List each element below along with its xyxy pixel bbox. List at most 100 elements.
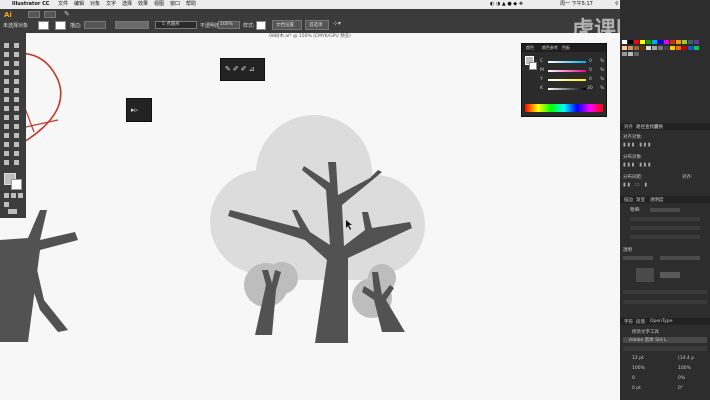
- font-size-value[interactable]: 12 pt: [632, 356, 644, 361]
- align-buttons[interactable]: ▮ ▮ ▮ ▮ ▮ ▮: [623, 143, 707, 148]
- menu-file[interactable]: 文件: [58, 0, 68, 9]
- tab-opentype[interactable]: OpenType: [650, 319, 672, 324]
- document-setup-button[interactable]: 文档设置: [272, 20, 302, 30]
- swatch[interactable]: [634, 52, 639, 56]
- arrange-icon[interactable]: [44, 11, 56, 18]
- slider-track-k[interactable]: [548, 88, 586, 90]
- stroke-swatch[interactable]: [55, 21, 66, 30]
- swatch[interactable]: [652, 46, 657, 50]
- swatch[interactable]: [658, 46, 663, 50]
- tab-paragraph[interactable]: 段落: [636, 319, 645, 325]
- tab-character[interactable]: 字符: [624, 319, 633, 325]
- swatch[interactable]: [628, 46, 633, 50]
- tab-gradient[interactable]: 渐变: [636, 197, 645, 203]
- transparency-thumbnail[interactable]: [636, 268, 654, 282]
- stroke-align-row[interactable]: [630, 235, 700, 239]
- workspace-grid-icon[interactable]: [28, 11, 40, 18]
- fill-swatch[interactable]: [38, 21, 49, 30]
- swatch[interactable]: [640, 40, 645, 44]
- pencil-icon[interactable]: [4, 88, 9, 93]
- swatch[interactable]: [622, 52, 627, 56]
- leading-value[interactable]: (14.4 p: [678, 356, 694, 361]
- brush-definition-field[interactable]: 5 点圆形: [155, 21, 197, 29]
- tab-transform[interactable]: 变换: [654, 124, 663, 130]
- spacing-buttons[interactable]: ▮ ▮ ▭ ▮: [623, 183, 707, 188]
- slider-track-m[interactable]: [548, 70, 586, 72]
- slider-value-m[interactable]: 0: [589, 68, 592, 73]
- curvature-icon[interactable]: [14, 61, 19, 66]
- magic-wand-icon[interactable]: [4, 52, 9, 57]
- direct-selection-tool-icon[interactable]: [14, 43, 19, 48]
- swatch[interactable]: [664, 46, 669, 50]
- swatch[interactable]: [694, 40, 699, 44]
- scale-icon[interactable]: [14, 97, 19, 102]
- blend-icon[interactable]: [14, 133, 19, 138]
- swatch[interactable]: [664, 40, 669, 44]
- app-name[interactable]: Illustrator CC: [12, 0, 49, 9]
- swatch[interactable]: [646, 40, 651, 44]
- stroke-weight-input[interactable]: [650, 208, 680, 212]
- shape-builder-icon[interactable]: [4, 115, 9, 120]
- variable-width-field[interactable]: [115, 21, 149, 29]
- horizontal-scale-value[interactable]: 100%: [678, 366, 691, 371]
- character-rotation-value[interactable]: 0°: [678, 386, 683, 391]
- graph-icon[interactable]: [14, 142, 19, 147]
- draw-mode-icon[interactable]: [4, 202, 9, 207]
- mesh-icon[interactable]: [4, 124, 9, 129]
- kerning-value[interactable]: 0: [632, 376, 635, 381]
- gradient-icon[interactable]: [14, 124, 19, 129]
- swatch[interactable]: [646, 46, 651, 50]
- swatch[interactable]: [682, 40, 687, 44]
- zoom-tool-icon[interactable]: [14, 160, 19, 165]
- menu-select[interactable]: 选择: [122, 0, 132, 9]
- swatch[interactable]: [622, 40, 627, 44]
- stroke-color-box[interactable]: [11, 179, 22, 190]
- rectangle-tool-icon[interactable]: [4, 79, 9, 84]
- swatch[interactable]: [670, 40, 675, 44]
- knockout-options-row[interactable]: [623, 300, 707, 304]
- swatch[interactable]: [640, 46, 645, 50]
- screen-mode-icon[interactable]: [8, 209, 17, 214]
- free-transform-icon[interactable]: [14, 106, 19, 111]
- swatch[interactable]: [658, 40, 663, 44]
- swatch[interactable]: [634, 46, 639, 50]
- stroke-corner-row[interactable]: [630, 226, 700, 230]
- menu-view[interactable]: 视图: [154, 0, 164, 9]
- tab-align[interactable]: 对齐: [624, 124, 633, 130]
- clip-options-row[interactable]: [623, 290, 707, 294]
- slider-value-c[interactable]: 0: [589, 59, 592, 64]
- lasso-icon[interactable]: [14, 52, 19, 57]
- hand-tool-icon[interactable]: [4, 160, 9, 165]
- tab-swatches[interactable]: 色板: [562, 44, 570, 52]
- menu-help[interactable]: 帮助: [186, 0, 196, 9]
- style-swatch[interactable]: [256, 21, 266, 30]
- font-family-select[interactable]: Adobe 黑体 Std L: [623, 337, 707, 343]
- color-spectrum-bar[interactable]: [525, 104, 603, 112]
- swatch[interactable]: [622, 46, 627, 50]
- width-tool-icon[interactable]: [4, 106, 9, 111]
- menu-object[interactable]: 对象: [90, 0, 100, 9]
- perspective-icon[interactable]: [14, 115, 19, 120]
- slider-track-y[interactable]: [548, 79, 586, 81]
- swatch[interactable]: [694, 46, 699, 50]
- swatch[interactable]: [652, 40, 657, 44]
- menu-effect[interactable]: 效果: [138, 0, 148, 9]
- pen-tool-icon[interactable]: [4, 61, 9, 66]
- swatch[interactable]: [670, 46, 675, 50]
- rotate-icon[interactable]: [4, 97, 9, 102]
- tab-color[interactable]: 颜色: [526, 44, 534, 52]
- tab-stroke[interactable]: 描边: [624, 197, 633, 203]
- brush-icon[interactable]: ✎: [64, 10, 70, 18]
- swatch[interactable]: [688, 40, 693, 44]
- artboard-tool-icon[interactable]: [4, 151, 9, 156]
- tab-transparency[interactable]: 透明度: [650, 197, 664, 203]
- none-mode-icon[interactable]: [18, 193, 23, 198]
- paintbrush-icon[interactable]: [14, 79, 19, 84]
- search-icon[interactable]: ⚲: [615, 0, 619, 9]
- document-tab[interactable]: 08树木.ai* @ 150% (CMYK/GPU 预览): [240, 33, 380, 40]
- distribute-buttons[interactable]: ▮ ▮ ▮ ▮ ▮ ▮: [623, 163, 707, 168]
- swatch[interactable]: [628, 52, 633, 56]
- gradient-mode-icon[interactable]: [11, 193, 16, 198]
- type-tool-icon[interactable]: [4, 70, 9, 75]
- preferences-button[interactable]: 首选项: [305, 20, 329, 30]
